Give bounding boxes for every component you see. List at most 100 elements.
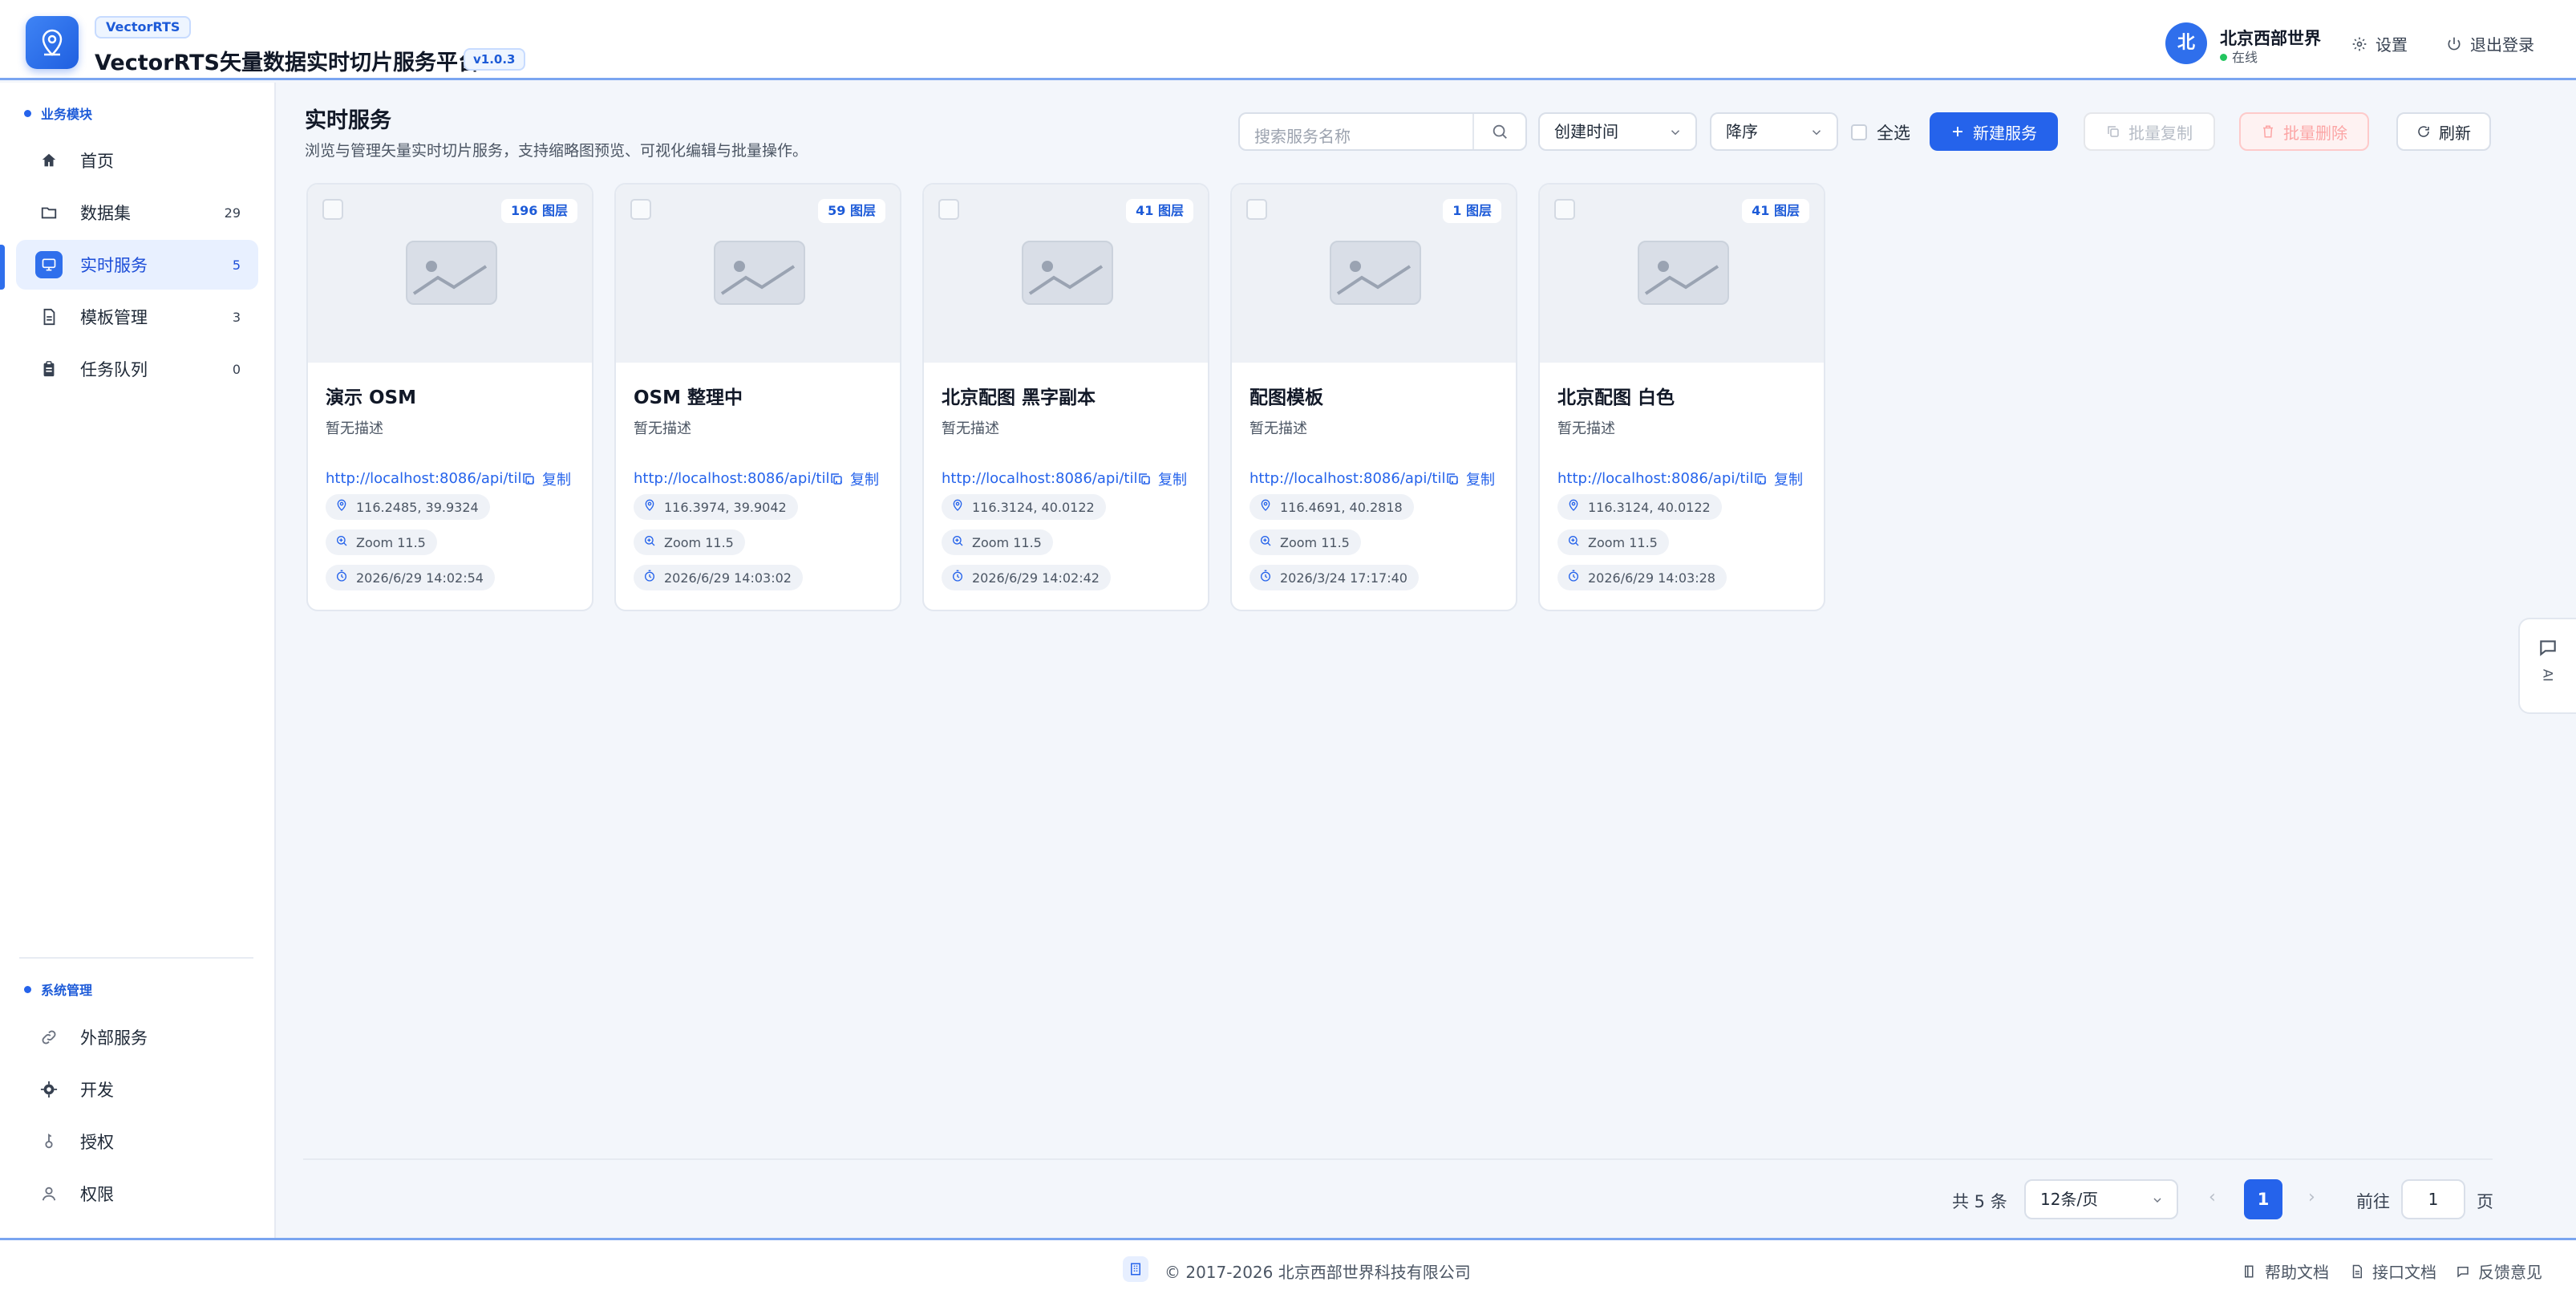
online-dot [2220,54,2227,61]
clock-icon [1567,570,1580,586]
copy-url-button[interactable]: 复制 [1445,468,1495,489]
map-pin-icon [42,29,63,56]
zoom-chip: Zoom 11.5 [1250,529,1361,555]
card-title[interactable]: 北京配图 黑字副本 [942,382,1096,409]
sort-field-select[interactable]: 创建时间 [1538,112,1697,151]
next-page-button[interactable]: › [2308,1187,2315,1207]
page-title: 实时服务 [305,108,391,133]
copy-icon [1447,473,1458,485]
sidebar-item-develop[interactable]: 开发 [16,1065,258,1114]
sidebar-item-label: 模板管理 [80,308,148,327]
image-placeholder-icon [1022,241,1113,305]
link-icon [35,1024,63,1051]
zoom-chip: Zoom 11.5 [326,529,437,555]
sidebar-item-count: 0 [232,361,241,377]
service-card[interactable]: 59 图层 OSM 整理中 暂无描述 http://localhost:8086… [614,183,901,611]
sidebar-item-license[interactable]: 授权 [16,1117,258,1166]
logout-button[interactable]: 退出登录 [2446,32,2534,55]
copy-label: 复制 [1158,472,1187,489]
page-size-select[interactable]: 12条/页 [2024,1179,2178,1219]
user-avatar[interactable]: 北 [2165,22,2207,64]
card-checkbox[interactable] [1554,199,1575,220]
page-1-button[interactable]: 1 [2244,1179,2282,1219]
copy-url-button[interactable]: 复制 [829,468,879,489]
batch-copy-button[interactable]: 批量复制 [2084,112,2215,151]
center-text: 116.3974, 39.9042 [664,499,787,515]
ai-assistant-button[interactable]: AI [2518,618,2576,714]
checkbox[interactable] [1851,124,1867,140]
zoom-in-icon [951,534,964,550]
copy-url-button[interactable]: 复制 [1137,468,1187,489]
copy-icon [1755,473,1766,485]
sidebar-item-datasets[interactable]: 数据集 29 [16,188,258,237]
card-title[interactable]: 北京配图 白色 [1557,382,1675,409]
card-thumbnail[interactable]: 59 图层 [616,185,900,363]
app-logo[interactable] [26,16,79,69]
copy-icon [1139,473,1150,485]
center-text: 116.2485, 39.9324 [356,499,479,515]
sidebar-item-external-services[interactable]: 外部服务 [16,1012,258,1062]
center-chip: 116.3124, 40.0122 [1557,494,1722,520]
service-card[interactable]: 41 图层 北京配图 黑字副本 暂无描述 http://localhost:80… [922,183,1209,611]
sidebar-item-count: 5 [232,257,241,273]
user-icon [35,1180,63,1207]
time-chip: 2026/6/29 14:03:02 [634,565,803,590]
sidebar-item-realtime-services[interactable]: 实时服务 5 [16,240,258,290]
service-url-link[interactable]: http://localhost:8086/api/til... [1557,470,1768,487]
sidebar-item-permissions[interactable]: 权限 [16,1169,258,1219]
folder-icon [35,199,63,226]
app-title: VectorRTS矢量数据实时切片服务平台 [95,51,480,75]
power-icon [2448,37,2461,50]
card-title[interactable]: OSM 整理中 [634,382,743,409]
card-thumbnail[interactable]: 41 图层 [924,185,1208,363]
settings-button[interactable]: 设置 [2351,32,2408,55]
refresh-button[interactable]: 刷新 [2396,112,2491,151]
refresh-icon [2418,126,2429,137]
help-docs-link[interactable]: 帮助文档 [2242,1259,2329,1283]
center-chip: 116.3124, 40.0122 [942,494,1106,520]
select-all-checkbox[interactable]: 全选 [1851,120,1910,144]
copy-url-button[interactable]: 复制 [1753,468,1803,489]
clock-icon [643,570,656,586]
card-description: 暂无描述 [326,420,383,437]
api-docs-link[interactable]: 接口文档 [2350,1259,2436,1283]
card-checkbox[interactable] [630,199,651,220]
sidebar-item-templates[interactable]: 模板管理 3 [16,292,258,342]
goto-page-input[interactable]: 1 [2401,1179,2465,1219]
card-title[interactable]: 演示 OSM [326,382,416,409]
sort-order-select[interactable]: 降序 [1710,112,1838,151]
prev-page-button[interactable]: ‹ [2209,1187,2216,1207]
sidebar-item-task-queue[interactable]: 任务队列 0 [16,344,258,394]
card-checkbox[interactable] [1246,199,1267,220]
service-url-link[interactable]: http://localhost:8086/api/til... [634,470,844,487]
card-checkbox[interactable] [322,199,343,220]
center-chip: 116.2485, 39.9324 [326,494,490,520]
card-thumbnail[interactable]: 1 图层 [1232,185,1516,363]
search-input[interactable]: 搜索服务名称 [1238,112,1527,151]
service-card[interactable]: 41 图层 北京配图 白色 暂无描述 http://localhost:8086… [1538,183,1825,611]
copy-label: 复制 [850,472,879,489]
time-text: 2026/3/24 17:17:40 [1280,570,1407,586]
search-button[interactable] [1472,114,1525,149]
card-thumbnail[interactable]: 41 图层 [1540,185,1824,363]
home-icon [35,147,63,174]
service-url-link[interactable]: http://localhost:8086/api/til... [1250,470,1460,487]
new-service-button[interactable]: 新建服务 [1930,112,2058,151]
card-checkbox[interactable] [938,199,959,220]
service-url-link[interactable]: http://localhost:8086/api/til... [326,470,536,487]
copy-url-button[interactable]: 复制 [521,468,571,489]
service-card[interactable]: 196 图层 演示 OSM 暂无描述 http://localhost:8086… [306,183,593,611]
batch-delete-button[interactable]: 批量删除 [2239,112,2369,151]
layer-count-badge: 41 图层 [1742,199,1809,223]
service-url-link[interactable]: http://localhost:8086/api/til... [942,470,1152,487]
sidebar-item-label: 开发 [80,1081,114,1100]
card-thumbnail[interactable]: 196 图层 [308,185,592,363]
sidebar-item-home[interactable]: 首页 [16,136,258,185]
service-card[interactable]: 1 图层 配图模板 暂无描述 http://localhost:8086/api… [1230,183,1517,611]
card-title[interactable]: 配图模板 [1250,382,1323,409]
file-icon [35,303,63,331]
feedback-link[interactable]: 反馈意见 [2456,1259,2542,1283]
top-header: VectorRTS VectorRTS矢量数据实时切片服务平台 v1.0.3 北… [0,0,2576,80]
zoom-text: Zoom 11.5 [972,534,1042,550]
time-chip: 2026/3/24 17:17:40 [1250,565,1419,590]
